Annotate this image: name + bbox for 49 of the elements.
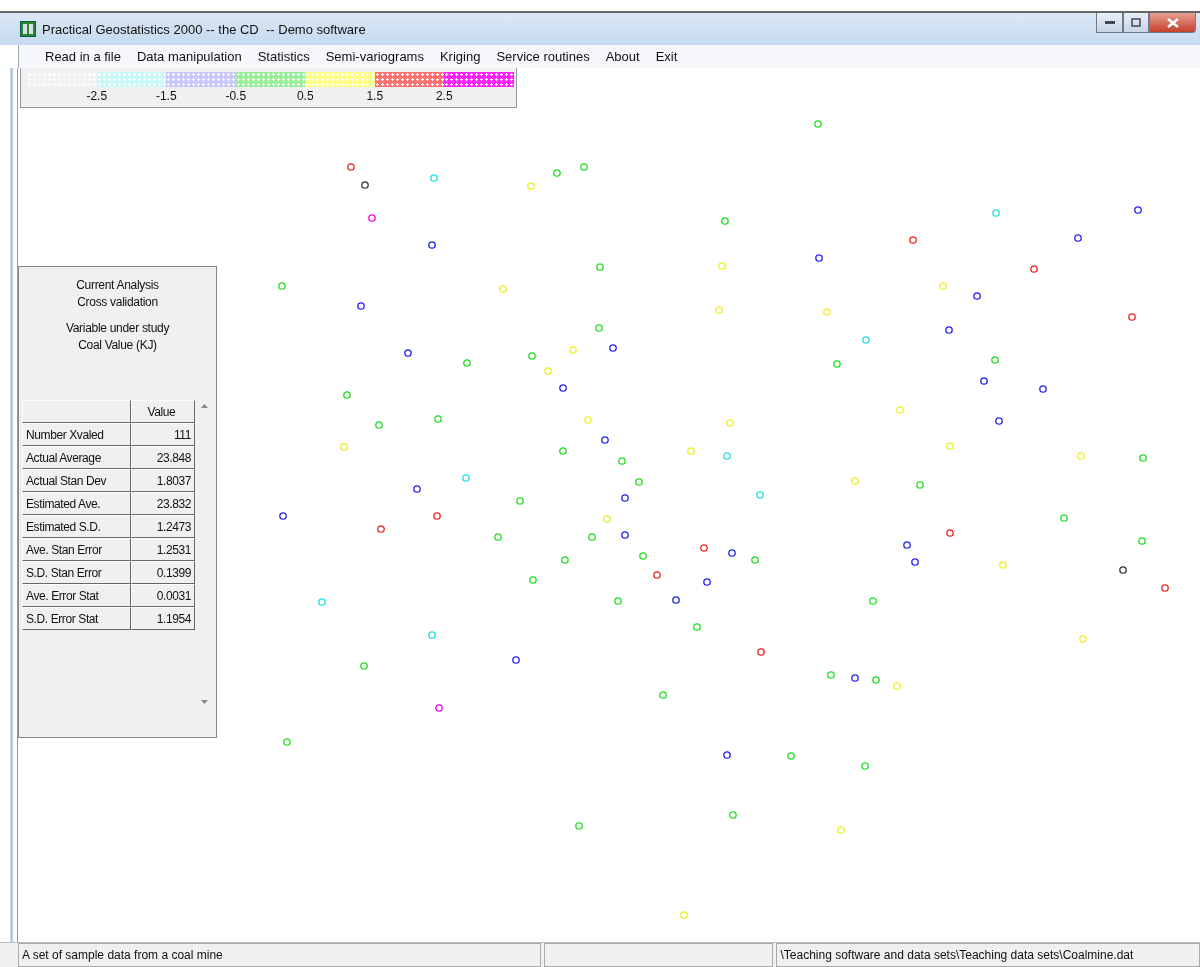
- legend-label: -1.5: [154, 89, 178, 103]
- menu-item[interactable]: Kriging: [439, 49, 481, 64]
- app-icon: [20, 21, 36, 37]
- table-cell: 1.2531: [131, 538, 195, 561]
- minimize-icon: [1104, 20, 1115, 25]
- table-cell: 1.8037: [131, 469, 195, 492]
- table-cell: 111: [131, 423, 195, 446]
- menu-item[interactable]: About: [605, 49, 640, 64]
- legend-label: 1.5: [365, 89, 385, 103]
- legend-label: 0.5: [295, 89, 315, 103]
- table-cell: 1.1954: [131, 607, 195, 630]
- table-row-label: Number Xvaled: [22, 423, 131, 446]
- close-button[interactable]: [1149, 13, 1196, 33]
- table-row-label: Estimated S.D.: [22, 515, 131, 538]
- menu-item[interactable]: Statistics: [257, 49, 310, 64]
- table-cell: 1.2473: [131, 515, 195, 538]
- scroll-up-icon[interactable]: [200, 404, 208, 408]
- table-row-label: S.D. Stan Error: [22, 561, 131, 584]
- legend-label: -2.5: [85, 89, 109, 103]
- maximize-button[interactable]: [1123, 13, 1149, 33]
- panel-text: Cross validation: [76, 295, 159, 309]
- table-row-label: S.D. Error Stat: [22, 607, 131, 630]
- panel-text: Variable under study: [64, 321, 171, 335]
- menu-item[interactable]: Exit: [655, 49, 678, 64]
- table-cell: 0.0031: [131, 584, 195, 607]
- minimize-button[interactable]: [1096, 13, 1123, 33]
- scroll-down-icon[interactable]: [200, 700, 208, 704]
- table-row-label: Actual Stan Dev: [22, 469, 131, 492]
- status-pane: A set of sample data from a coal mine: [18, 943, 541, 967]
- menu-item[interactable]: Service routines: [496, 49, 590, 64]
- close-icon: [1166, 17, 1179, 28]
- menu-item[interactable]: Data manipulation: [136, 49, 242, 64]
- table-header-cell: Value: [131, 400, 195, 423]
- maximize-icon: [1131, 18, 1141, 27]
- table-cell: 23.848: [131, 446, 195, 469]
- table-cell: 0.1399: [131, 561, 195, 584]
- status-pane: \Teaching software and data sets\Teaching data sets\Coalmine.dat: [776, 943, 1200, 967]
- table-row-label: Estimated Ave.: [22, 492, 131, 515]
- menu-item[interactable]: Semi-variograms: [325, 49, 424, 64]
- table-cell: 23.832: [131, 492, 195, 515]
- panel-text: Coal Value (KJ): [77, 338, 158, 352]
- table-row-label: Ave. Error Stat: [22, 584, 131, 607]
- window-title: Practical Geostatistics 2000 -- the CD -- Demo software: [42, 21, 367, 37]
- legend-label: -0.5: [224, 89, 248, 103]
- menu-item[interactable]: Read in a file: [45, 49, 121, 64]
- panel-text: Current Analysis: [75, 278, 160, 292]
- table-row-label: Ave. Stan Error: [22, 538, 131, 561]
- legend-label: 2.5: [434, 89, 454, 103]
- table-row-label: Actual Average: [22, 446, 131, 469]
